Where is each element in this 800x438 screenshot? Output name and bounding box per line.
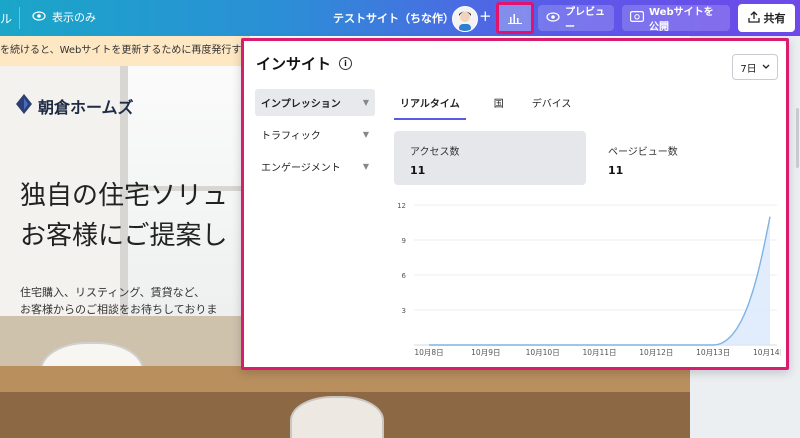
top-bar: ル 表示のみ テストサイト（ちな作） + プレビュー Webサイトを公開 共有: [0, 0, 800, 36]
preview-button[interactable]: プレビュー: [538, 5, 614, 33]
eye-icon: [546, 11, 560, 25]
x-tick-label: 10月14日: [753, 348, 781, 357]
view-only-indicator[interactable]: 表示のみ: [32, 9, 96, 25]
nav-item-label: エンゲージメント: [261, 163, 341, 174]
series-area: [429, 216, 770, 345]
brand-name: 朝倉ホームズ: [38, 98, 134, 117]
nav-item-traffic[interactable]: トラフィック ▼: [255, 121, 375, 148]
share-button[interactable]: 共有: [738, 4, 795, 32]
add-collaborator-icon[interactable]: +: [479, 7, 492, 25]
chevron-down-icon: ▼: [362, 98, 369, 107]
info-icon[interactable]: i: [339, 57, 353, 70]
insights-button[interactable]: [496, 2, 534, 34]
y-tick-label: 9: [402, 237, 406, 245]
avatar[interactable]: [452, 6, 478, 32]
panel-title: インサイト i: [256, 53, 353, 74]
stat-card-pageviews[interactable]: ページビュー数 11: [592, 131, 784, 185]
stat-value: 11: [410, 164, 426, 177]
bar-chart-icon: [508, 9, 522, 28]
nav-item-engagement[interactable]: エンゲージメント ▼: [255, 153, 375, 180]
chevron-down-icon: [762, 62, 770, 73]
x-tick-label: 10月10日: [526, 348, 560, 357]
realtime-chart: 3 6 9 12 10月8日 10月9日 10月10日 10月11日 10月12日 10月13日 1…: [397, 202, 781, 357]
upload-icon: [747, 10, 760, 26]
chair: [290, 396, 384, 438]
series-line: [429, 216, 771, 346]
hero-subtext: 住宅購入、リスティング、賃貸など、 お客様からのご相談をお待ちしておりま: [20, 284, 217, 318]
publish-label: Webサイトを公開: [649, 7, 714, 33]
share-label: 共有: [763, 12, 786, 25]
view-only-label: 表示のみ: [52, 11, 96, 24]
date-range-value: 7日: [740, 63, 757, 75]
publish-notice: を続けると、Webサイトを更新するために再度発行する必: [0, 36, 250, 66]
y-tick-label: 6: [402, 272, 407, 280]
divider: [19, 7, 20, 29]
x-tick-label: 10月12日: [639, 348, 673, 357]
stat-label: アクセス数: [410, 147, 460, 158]
stat-card-visits[interactable]: アクセス数 11: [394, 131, 586, 185]
stat-value: 11: [608, 164, 624, 177]
nav-item-label: インプレッション: [261, 99, 341, 110]
diamond-logo-icon: [16, 94, 32, 118]
x-tick-label: 10月8日: [414, 348, 443, 357]
tab-country[interactable]: 国: [494, 95, 504, 120]
y-tick-label: 12: [397, 202, 406, 210]
insight-nav: インプレッション ▼ トラフィック ▼ エンゲージメント ▼: [255, 89, 375, 185]
insight-tabs: リアルタイム 国 デバイス: [394, 95, 599, 120]
chevron-down-icon: ▼: [362, 162, 369, 171]
panel-title-text: インサイト: [256, 55, 332, 73]
y-tick-label: 3: [402, 307, 406, 315]
subtext-line: お客様からのご相談をお待ちしておりま: [20, 303, 218, 316]
stat-label: ページビュー数: [608, 147, 678, 158]
tab-device[interactable]: デバイス: [532, 95, 572, 120]
site-logo: 朝倉ホームズ: [16, 94, 134, 118]
date-range-dropdown[interactable]: 7日: [732, 54, 778, 80]
scrollbar[interactable]: [796, 108, 799, 168]
nav-item-impressions[interactable]: インプレッション ▼: [255, 89, 375, 116]
browser-icon: [630, 11, 645, 25]
eye-icon: [32, 10, 46, 24]
x-tick-label: 10月13日: [696, 348, 730, 357]
site-name[interactable]: テストサイト（ちな作）: [333, 10, 454, 26]
subtext-line: 住宅購入、リスティング、賃貸など、: [20, 286, 206, 299]
tab-realtime[interactable]: リアルタイム: [394, 95, 466, 120]
hero-heading: 独自の住宅ソリュ お客様にご提案し: [20, 176, 228, 256]
x-tick-label: 10月9日: [471, 348, 500, 357]
topbar-left-fragment: ル: [0, 12, 13, 26]
x-tick-label: 10月11日: [582, 348, 616, 357]
nav-item-label: トラフィック: [261, 131, 321, 142]
hero-line: お客様にご提案し: [20, 221, 228, 251]
chevron-down-icon: ▼: [362, 130, 369, 139]
preview-label: プレビュー: [565, 7, 605, 33]
publish-button[interactable]: Webサイトを公開: [622, 5, 730, 33]
hero-line: 独自の住宅ソリュ: [20, 181, 229, 211]
insights-panel: インサイト i 7日 インプレッション ▼ トラフィック ▼ エンゲージメント …: [241, 38, 789, 370]
